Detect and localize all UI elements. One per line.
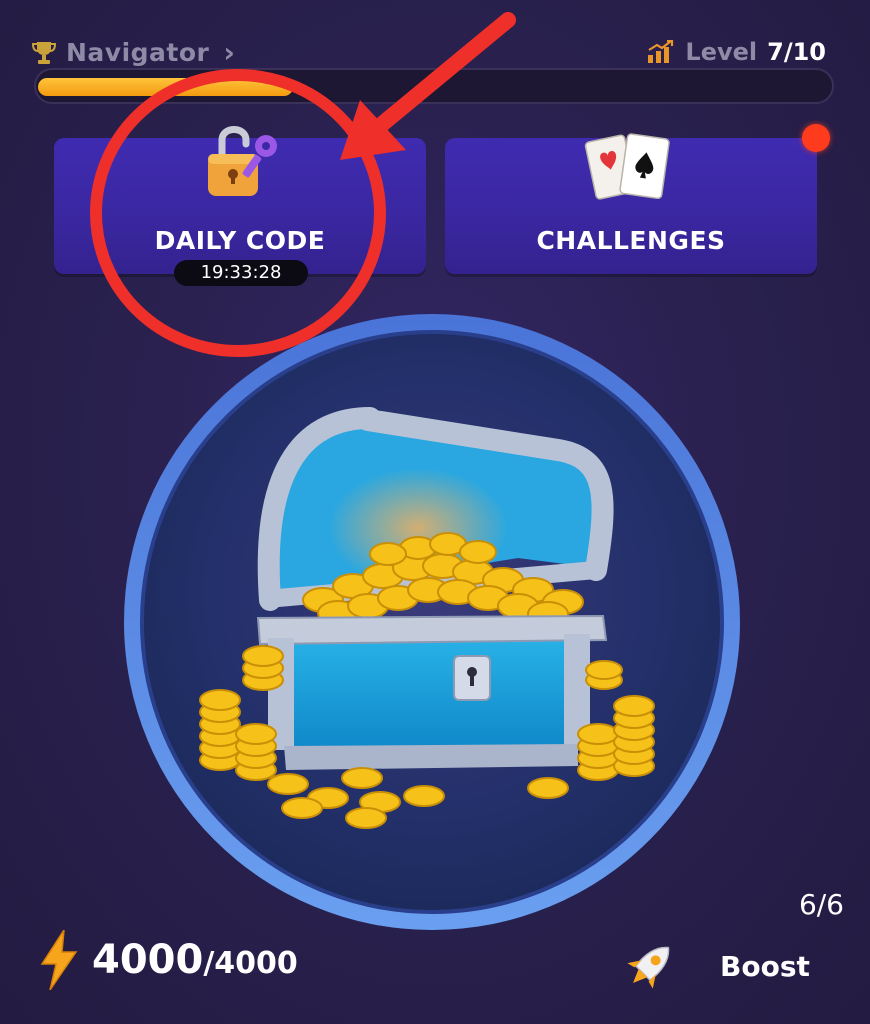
level-label: Level: [685, 38, 758, 66]
energy-max: /4000: [203, 946, 298, 981]
treasure-chest-icon: [124, 314, 740, 930]
playing-cards-icon: [584, 133, 670, 200]
boost-button[interactable]: Boost: [620, 936, 810, 996]
challenges-button[interactable]: CHALLENGES: [445, 133, 817, 274]
chevron-right-icon: ›: [223, 36, 235, 69]
energy-display: 4000/4000: [40, 930, 298, 990]
level-progress-fill: [38, 78, 293, 96]
daily-code-timer: 19:33:28: [174, 260, 308, 286]
navigator-title: Navigator: [66, 38, 210, 67]
energy-current: 4000: [92, 937, 204, 983]
challenges-label: CHALLENGES: [536, 226, 726, 255]
notification-dot: [802, 124, 830, 152]
level-progress-bar: [34, 68, 834, 104]
daily-code-button[interactable]: DAILY CODE 19:33:28: [54, 126, 426, 286]
navigator-link[interactable]: Navigator ›: [32, 36, 235, 69]
rocket-icon: [627, 946, 670, 989]
level-bars-icon: [648, 40, 674, 63]
boost-label: Boost: [720, 949, 810, 983]
level-value: 7/10: [767, 38, 826, 66]
daily-code-label: DAILY CODE: [154, 226, 326, 255]
trophy-icon: [32, 41, 56, 64]
level-indicator: Level 7/10: [647, 38, 826, 66]
app-screen: Navigator › Level 7/10 DAILY CODE 19:33:…: [0, 0, 870, 1024]
treasure-chest-tap-button[interactable]: [118, 308, 746, 936]
tap-counter: 6/6: [798, 888, 844, 921]
padlock-with-key-icon: [208, 126, 277, 196]
lightning-bolt-icon: [40, 930, 78, 990]
